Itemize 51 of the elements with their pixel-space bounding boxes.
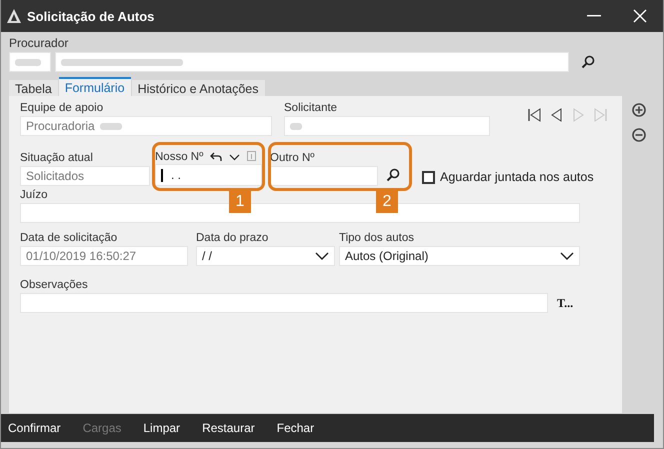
chevron-down-icon[interactable] [560, 252, 574, 260]
field-label: Juízo [20, 189, 48, 201]
callout-number: 2 [376, 191, 398, 213]
status-field[interactable]: Solicitados [20, 166, 150, 186]
window-title: Solicitação de Autos [27, 8, 156, 24]
notes-field[interactable] [20, 293, 548, 313]
first-record-icon[interactable] [528, 108, 542, 122]
previous-record-icon[interactable] [550, 108, 564, 122]
redacted-bar [100, 122, 122, 130]
field-label: Data do prazo [196, 232, 268, 244]
other-number-field[interactable] [270, 166, 378, 186]
callout-number: 1 [229, 191, 251, 213]
tab[interactable]: Histórico e Anotações [132, 80, 264, 96]
undo-icon[interactable] [210, 152, 222, 162]
close-icon[interactable] [633, 9, 647, 23]
date-field[interactable]: 01/10/2019 16:50:27 [20, 246, 188, 266]
field-label: Data de solicitação [20, 232, 118, 244]
search-icon[interactable] [386, 168, 400, 182]
field-label: Solicitante [284, 102, 338, 114]
field-label: Procurador [9, 36, 70, 50]
footer-button[interactable]: Fechar [276, 421, 314, 435]
search-icon[interactable] [581, 55, 595, 69]
code-field[interactable] [9, 52, 51, 72]
text-button[interactable]: T... [557, 296, 574, 310]
type-dropdown[interactable]: Autos (Original) [339, 246, 580, 266]
deadline-dropdown[interactable]: / / [196, 246, 335, 266]
tab[interactable]: Tabela [9, 80, 58, 96]
field-label: Nosso Nº [155, 151, 204, 163]
footer-button[interactable]: Limpar [143, 421, 180, 435]
footer-button[interactable]: Confirmar [8, 421, 61, 435]
checkbox[interactable] [422, 170, 435, 184]
add-icon[interactable] [632, 103, 646, 117]
requester-field[interactable] [284, 116, 490, 136]
number-field[interactable]: . . [155, 164, 262, 186]
field-label: Situação atual [20, 152, 93, 164]
name-field[interactable] [55, 52, 569, 72]
field-label: Outro Nº [270, 152, 314, 164]
redacted-bar [290, 122, 302, 130]
checkbox-label: Aguardar juntada nos autos [440, 170, 594, 184]
logo-icon [7, 9, 21, 23]
team-field[interactable]: Procuradoria [20, 116, 272, 136]
minimize-icon[interactable] [587, 15, 601, 17]
field-label: Tipo dos autos [339, 232, 414, 244]
field-label: Equipe de apoio [20, 102, 104, 114]
field-label: Observações [20, 279, 88, 291]
tab[interactable]: Formulário [58, 77, 131, 96]
redacted-bar [15, 58, 41, 66]
remove-icon[interactable] [632, 128, 646, 142]
chevron-down-icon[interactable] [315, 252, 329, 260]
footer-button[interactable]: Restaurar [202, 421, 255, 435]
chevron-down-icon[interactable] [229, 154, 240, 160]
